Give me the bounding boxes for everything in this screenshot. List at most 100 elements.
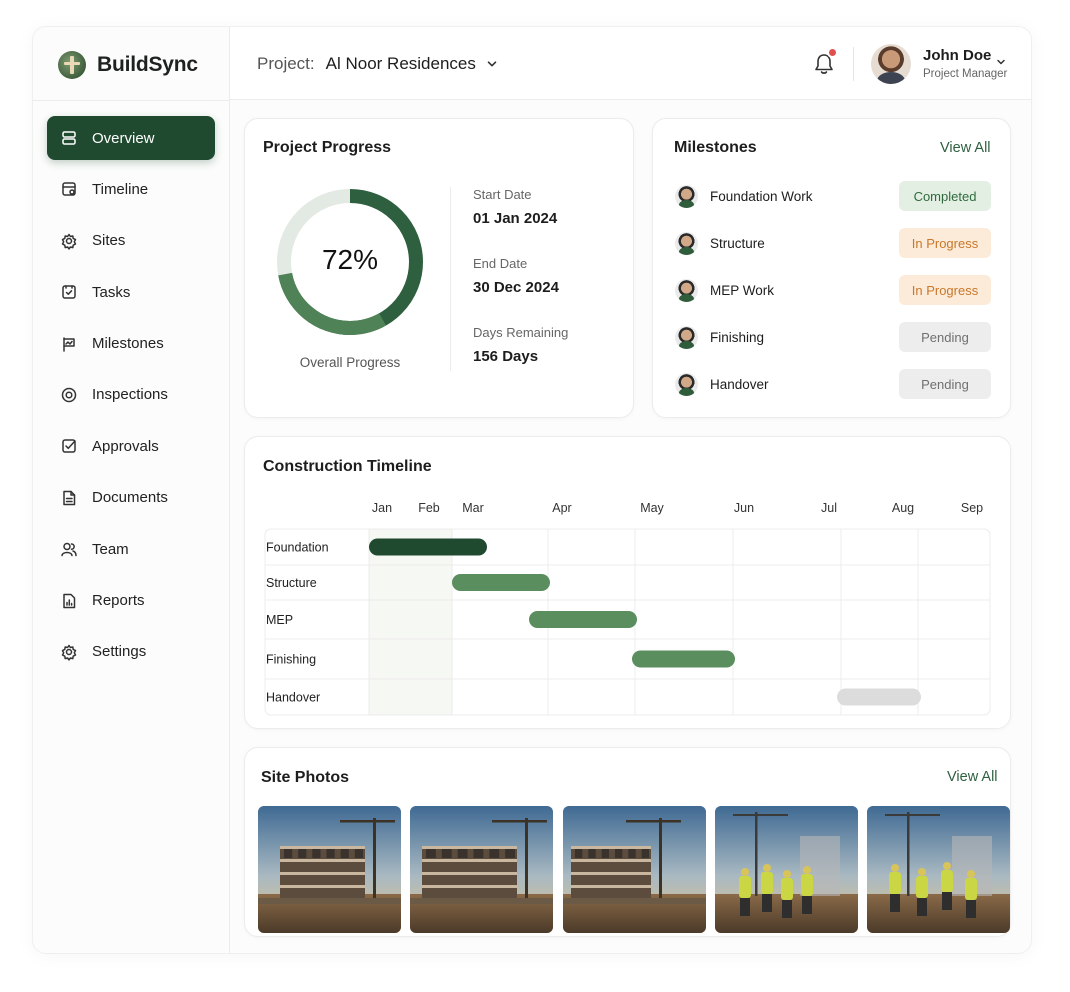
construction-photo-image [715, 806, 858, 933]
gantt-month-label: Jul [821, 501, 837, 515]
gantt-month-label: Sep [961, 501, 983, 515]
gantt-task-label: Foundation [266, 541, 329, 555]
sidebar-item-label: Approvals [92, 437, 159, 455]
construction-photo-image [563, 806, 706, 933]
project-progress-card: Project Progress 72% Overall Progress St… [244, 118, 634, 418]
chevron-down-icon [487, 61, 497, 67]
header-divider [853, 47, 854, 81]
milestone-name: MEP Work [710, 282, 775, 298]
progress-divider [450, 187, 451, 371]
milestone-name: Foundation Work [710, 188, 813, 204]
sidebar-item-reports[interactable]: Reports [47, 579, 215, 623]
site-photo[interactable] [258, 806, 401, 933]
sidebar-item-team[interactable]: Team [47, 527, 215, 571]
sidebar-item-label: Timeline [92, 180, 149, 198]
sidebar-item-overview[interactable]: Overview [47, 116, 215, 160]
site-photo[interactable] [563, 806, 706, 933]
construction-timeline-card: Construction Timeline Jan Feb Mar Apr May Jun… [244, 436, 1011, 729]
user-role: Project Manager [923, 68, 1008, 80]
gantt-month-label: Jan [372, 501, 392, 515]
gantt-month-label: Aug [892, 501, 914, 515]
project-selector[interactable]: Project: Al Noor Residences [257, 54, 498, 74]
gantt-task-label: MEP [266, 613, 293, 627]
gantt-bar [632, 650, 735, 668]
milestones-card: Milestones View All Foundation Work Compl… [652, 118, 1011, 418]
gantt-bar [837, 688, 921, 706]
milestones-view-all-link[interactable]: View All [940, 140, 991, 156]
app-window: BuildSync Overview Timeline Sites Tasks Mile… [32, 26, 1032, 954]
card-title: Milestones [674, 139, 757, 156]
gantt-month-label: Apr [552, 501, 571, 515]
user-menu-chevron-icon[interactable] [996, 57, 1006, 67]
sidebar-item-milestones[interactable]: Milestones [47, 322, 215, 366]
gantt-bar [369, 538, 487, 556]
start-date-label: Start Date [473, 187, 532, 202]
milestone-row[interactable]: Handover Pending [675, 369, 991, 399]
sidebar-item-settings[interactable]: Settings [47, 630, 215, 674]
milestone-name: Finishing [710, 329, 765, 345]
milestone-name: Handover [710, 376, 769, 392]
approvals-icon [60, 437, 78, 455]
gantt-month-label: May [640, 501, 664, 515]
sidebar-item-label: Overview [92, 129, 155, 147]
sites-icon [60, 232, 78, 250]
sidebar-item-label: Tasks [92, 283, 131, 301]
progress-caption: Overall Progress [299, 355, 401, 370]
gantt-month-label: Jun [734, 501, 754, 515]
photos-view-all-link[interactable]: View All [947, 769, 998, 785]
sidebar-item-approvals[interactable]: Approvals [47, 424, 215, 468]
milestone-row[interactable]: Structure In Progress [675, 228, 991, 258]
start-date-value: 01 Jan 2024 [473, 210, 558, 227]
milestone-row[interactable]: MEP Work In Progress [675, 275, 991, 305]
tasks-icon [60, 283, 78, 301]
gantt-bar [529, 611, 637, 628]
sidebar-item-inspections[interactable]: Inspections [47, 373, 215, 417]
sidebar-item-timeline[interactable]: Timeline [47, 167, 215, 211]
end-date-label: End Date [473, 256, 528, 271]
construction-photo-image [410, 806, 553, 933]
user-name: John Doe [923, 47, 992, 64]
status-badge: In Progress [899, 275, 991, 305]
brand-name: BuildSync [97, 53, 198, 76]
project-label: Project: [257, 54, 315, 73]
status-badge: Pending [899, 369, 991, 399]
documents-icon [60, 489, 78, 507]
inspections-icon [60, 386, 78, 404]
team-icon [60, 540, 78, 558]
status-badge: Pending [899, 322, 991, 352]
reports-icon [60, 592, 78, 610]
settings-icon [60, 643, 78, 661]
site-photo[interactable] [410, 806, 553, 933]
sidebar-divider [33, 100, 230, 101]
overview-icon [60, 129, 78, 147]
card-title: Project Progress [263, 139, 392, 156]
brand[interactable]: BuildSync [58, 51, 198, 79]
site-photo[interactable] [715, 806, 858, 933]
milestones-icon [60, 335, 78, 353]
milestone-row[interactable]: Finishing Pending [675, 322, 991, 352]
gantt-month-label: Feb [418, 501, 440, 515]
top-header: Project: Al Noor Residences John Doe Pro… [230, 27, 1031, 100]
milestone-name: Structure [710, 235, 765, 251]
gantt-task-label: Finishing [266, 653, 316, 667]
brand-logo [58, 51, 86, 79]
project-name: Al Noor Residences [325, 54, 476, 73]
sidebar-item-label: Milestones [92, 335, 164, 353]
sidebar-item-label: Sites [92, 232, 126, 250]
sidebar-item-sites[interactable]: Sites [47, 219, 215, 263]
avatar [675, 325, 698, 349]
avatar[interactable] [871, 44, 911, 84]
end-date-value: 30 Dec 2024 [473, 279, 559, 296]
gantt-task-label: Structure [266, 576, 317, 590]
sidebar-item-label: Documents [92, 489, 168, 507]
sidebar: BuildSync Overview Timeline Sites Tasks Mile… [33, 27, 230, 953]
avatar [675, 278, 698, 302]
sidebar-item-tasks[interactable]: Tasks [47, 270, 215, 314]
avatar [675, 372, 698, 396]
avatar [675, 231, 698, 255]
site-photo[interactable] [867, 806, 1010, 933]
milestone-row[interactable]: Foundation Work Completed [675, 181, 991, 211]
days-remaining-value: 156 Days [473, 348, 539, 365]
sidebar-nav: Overview Timeline Sites Tasks Milestones Insp… [47, 116, 215, 681]
sidebar-item-documents[interactable]: Documents [47, 476, 215, 520]
